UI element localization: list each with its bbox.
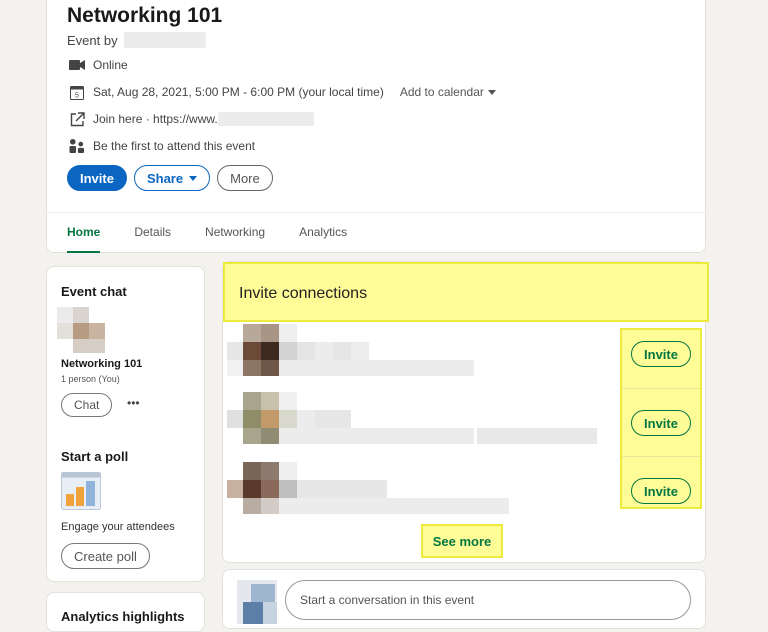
invite-connection-button[interactable]: Invite	[631, 341, 691, 367]
see-more-button[interactable]: See more	[421, 524, 503, 558]
attendees-text: Be the first to attend this event	[93, 139, 256, 153]
share-button[interactable]: Share	[133, 165, 211, 191]
conversation-card: Start a conversation in this event	[222, 569, 706, 629]
datetime-row: 5 Sat, Aug 28, 2021, 5:00 PM - 6:00 PM (…	[69, 84, 496, 100]
event-chat-heading: Event chat	[61, 284, 127, 299]
poll-chart-icon	[61, 472, 101, 515]
caret-down-icon	[487, 89, 496, 95]
invite-buttons-column: Invite Invite Invite	[620, 328, 702, 509]
analytics-card: Analytics highlights	[46, 592, 205, 632]
event-title: Networking 101	[67, 4, 223, 27]
tabs-divider	[47, 212, 705, 213]
location-text: Online	[93, 58, 128, 72]
poll-caption: Engage your attendees	[61, 521, 175, 533]
calendar-icon: 5	[69, 84, 85, 100]
join-link-text[interactable]: Join here · https://www.	[93, 112, 218, 126]
event-byline: Event by	[67, 32, 206, 48]
chat-name: Networking 101	[61, 358, 143, 370]
event-tabs: Home Details Networking Analytics	[67, 225, 381, 253]
invite-connections-heading: Invite connections	[239, 285, 368, 302]
tab-home[interactable]: Home	[67, 225, 101, 253]
external-link-icon	[69, 111, 85, 127]
attendees-row: Be the first to attend this event	[69, 138, 255, 154]
connection-redacted-mosaic	[227, 392, 597, 444]
event-actions: Invite Share More	[67, 165, 273, 191]
tab-networking[interactable]: Networking	[205, 225, 265, 253]
people-icon	[69, 138, 85, 154]
invite-button[interactable]: Invite	[67, 165, 127, 191]
invite-connection-button[interactable]: Invite	[631, 410, 691, 436]
tab-details[interactable]: Details	[134, 225, 171, 253]
add-to-calendar-dropdown[interactable]: Add to calendar	[400, 85, 496, 99]
event-sidebar-card: Event chat Networking 101 1 person (You)…	[46, 266, 205, 582]
join-link-row: Join here · https://www.	[69, 111, 314, 127]
chat-members: 1 person (You)	[61, 374, 120, 384]
more-options-icon[interactable]: •••	[127, 396, 140, 410]
video-camera-icon	[69, 57, 85, 73]
chat-button[interactable]: Chat	[61, 393, 113, 417]
connection-row[interactable]	[227, 392, 622, 448]
join-url-redacted[interactable]	[217, 112, 314, 126]
analytics-heading: Analytics highlights	[61, 609, 185, 624]
tab-analytics[interactable]: Analytics	[299, 225, 347, 253]
datetime-text: Sat, Aug 28, 2021, 5:00 PM - 6:00 PM (yo…	[93, 85, 384, 99]
more-button[interactable]: More	[217, 165, 273, 191]
user-avatar[interactable]	[237, 580, 277, 629]
chat-avatar[interactable]	[57, 307, 105, 355]
row-divider	[622, 388, 700, 389]
location-row: Online	[69, 57, 128, 73]
share-label: Share	[146, 170, 184, 186]
invite-connections-header: Invite connections	[223, 262, 709, 322]
conversation-input[interactable]: Start a conversation in this event	[285, 580, 691, 620]
connection-redacted-mosaic	[227, 462, 509, 514]
poll-heading: Start a poll	[61, 449, 129, 464]
byline-prefix: Event by	[67, 32, 118, 48]
row-divider	[622, 456, 700, 457]
invite-connections-card: Invite connections Invite Invite Invite …	[222, 261, 709, 563]
create-poll-button[interactable]: Create poll	[61, 543, 150, 569]
svg-text:5: 5	[75, 92, 79, 99]
caret-down-icon	[189, 175, 198, 181]
connection-redacted-mosaic	[227, 324, 474, 376]
event-header-card: Networking 101 Event by Online 5 Sat, Au…	[46, 0, 706, 253]
connection-row[interactable]	[227, 462, 622, 518]
add-to-calendar-label: Add to calendar	[399, 85, 484, 99]
invite-connection-button[interactable]: Invite	[631, 478, 691, 504]
organizer-name-redacted[interactable]	[123, 32, 206, 48]
connection-row[interactable]	[227, 324, 622, 380]
